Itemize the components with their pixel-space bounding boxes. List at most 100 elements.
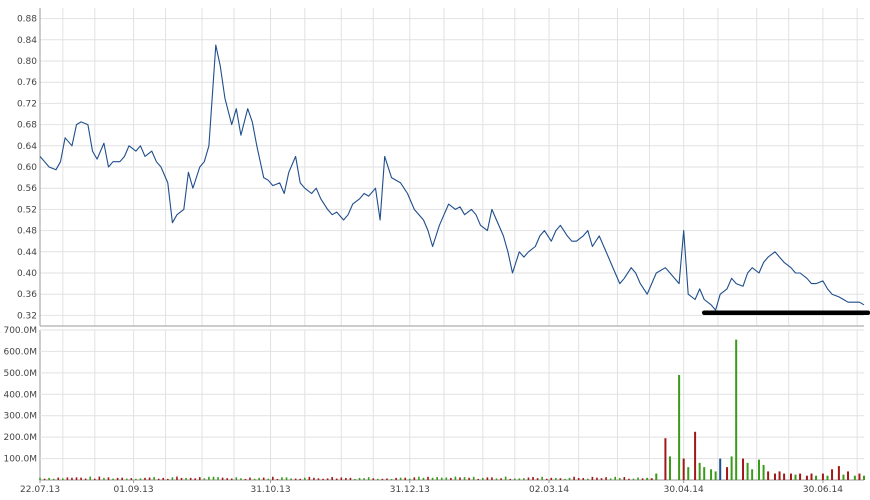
- volume-bar: [568, 477, 571, 480]
- volume-bar: [698, 462, 701, 480]
- volume-bar: [226, 478, 228, 480]
- price-y-tick-label: 0.40: [17, 269, 37, 279]
- volume-bar: [399, 477, 402, 480]
- volume-y-tick-label: 400.0M: [3, 390, 37, 400]
- volume-bar: [440, 477, 443, 480]
- volume-bar: [536, 478, 539, 480]
- x-tick-label: 30.06.14: [803, 485, 843, 495]
- volume-bar: [518, 478, 521, 480]
- volume-bar: [773, 473, 776, 480]
- volume-bar: [253, 478, 256, 480]
- volume-bar: [703, 467, 706, 480]
- volume-bar: [198, 477, 201, 480]
- volume-bar: [299, 478, 302, 480]
- volume-bar: [262, 477, 265, 480]
- volume-bar: [84, 478, 87, 480]
- volume-bar: [858, 473, 861, 480]
- volume-bar: [221, 477, 224, 480]
- volume-bar: [217, 477, 219, 480]
- volume-bar: [605, 477, 607, 480]
- volume-bar: [550, 477, 553, 480]
- volume-bar: [413, 477, 416, 480]
- volume-bar: [244, 478, 247, 480]
- volume-bar: [853, 475, 856, 480]
- volume-bar: [694, 431, 697, 480]
- volume-bar: [810, 473, 813, 480]
- volume-bar: [107, 477, 110, 480]
- volume-bar: [486, 477, 489, 480]
- volume-bar: [541, 476, 543, 480]
- volume-bar: [345, 477, 347, 480]
- volume-bar: [678, 375, 681, 480]
- volume-bar: [208, 476, 210, 480]
- volume-bar: [545, 478, 548, 480]
- volume-bar: [789, 473, 792, 480]
- volume-bar: [587, 478, 589, 480]
- volume-panel: 700.0M 600.0M 500.0M 400.0M 300.0M 200.0M 100.…: [3, 326, 865, 481]
- price-y-tick-label: 0.84: [17, 36, 37, 46]
- volume-bar: [762, 465, 765, 480]
- volume-bar: [162, 477, 165, 480]
- price-y-tick-label: 0.80: [17, 57, 37, 67]
- volume-bar: [75, 477, 78, 480]
- price-y-tick-label: 0.32: [17, 311, 37, 321]
- volume-bar: [422, 477, 425, 480]
- volume-bar: [62, 478, 64, 480]
- x-tick-label: 31.12.13: [390, 485, 430, 495]
- volume-bar: [395, 477, 397, 480]
- volume-bar: [794, 474, 797, 480]
- volume-bar: [719, 458, 722, 480]
- volume-bar: [463, 477, 466, 480]
- volume-bar: [249, 477, 251, 480]
- volume-bar: [230, 478, 233, 480]
- volume-y-tick-label: 500.0M: [3, 369, 37, 379]
- volume-bar: [171, 477, 174, 480]
- volume-bar: [363, 478, 365, 480]
- volume-bar: [404, 477, 407, 480]
- volume-bar: [358, 477, 361, 480]
- volume-bar: [153, 477, 155, 480]
- volume-bar: [513, 478, 516, 480]
- volume-bar: [89, 476, 92, 480]
- volume-bar: [650, 478, 653, 480]
- volume-bar: [39, 477, 41, 480]
- volume-bar: [272, 476, 274, 480]
- volume-bar: [532, 476, 534, 480]
- volume-bar: [767, 471, 770, 480]
- volume-bar: [477, 478, 480, 480]
- volume-bar: [591, 476, 594, 480]
- volume-bar: [281, 477, 283, 480]
- volume-bar: [751, 469, 754, 480]
- volume-bar: [783, 473, 786, 480]
- volume-bar: [317, 478, 320, 480]
- volume-bar: [682, 458, 685, 480]
- volume-bar: [381, 478, 384, 480]
- volume-bar: [495, 478, 498, 480]
- volume-bar: [454, 476, 457, 480]
- volume-bar: [614, 476, 617, 480]
- volume-y-tick-label: 700.0M: [3, 326, 37, 336]
- volume-bar: [57, 477, 60, 480]
- volume-bar: [130, 478, 133, 480]
- price-y-tick-label: 0.44: [17, 248, 37, 258]
- price-y-tick-label: 0.36: [17, 290, 37, 300]
- volume-bar: [176, 476, 178, 480]
- price-y-tick-label: 0.88: [17, 15, 37, 25]
- volume-y-tick-label: 200.0M: [3, 433, 37, 443]
- volume-bar: [98, 476, 101, 480]
- volume-bar: [313, 477, 315, 480]
- volume-bar: [367, 477, 370, 480]
- volume-bar: [43, 478, 46, 480]
- price-y-tick-label: 0.64: [17, 142, 37, 152]
- volume-bar: [112, 478, 114, 480]
- volume-y-tick-label: 100.0M: [3, 455, 37, 465]
- volume-bar: [714, 471, 717, 480]
- volume-bar: [459, 477, 461, 480]
- volume-bar: [609, 478, 612, 480]
- volume-bar: [116, 477, 119, 480]
- volume-bar: [427, 476, 429, 480]
- volume-bar: [125, 478, 128, 480]
- volume-bar: [527, 477, 530, 480]
- x-tick-label: 22.07.13: [20, 485, 60, 495]
- x-tick-label: 02.03.14: [529, 485, 569, 495]
